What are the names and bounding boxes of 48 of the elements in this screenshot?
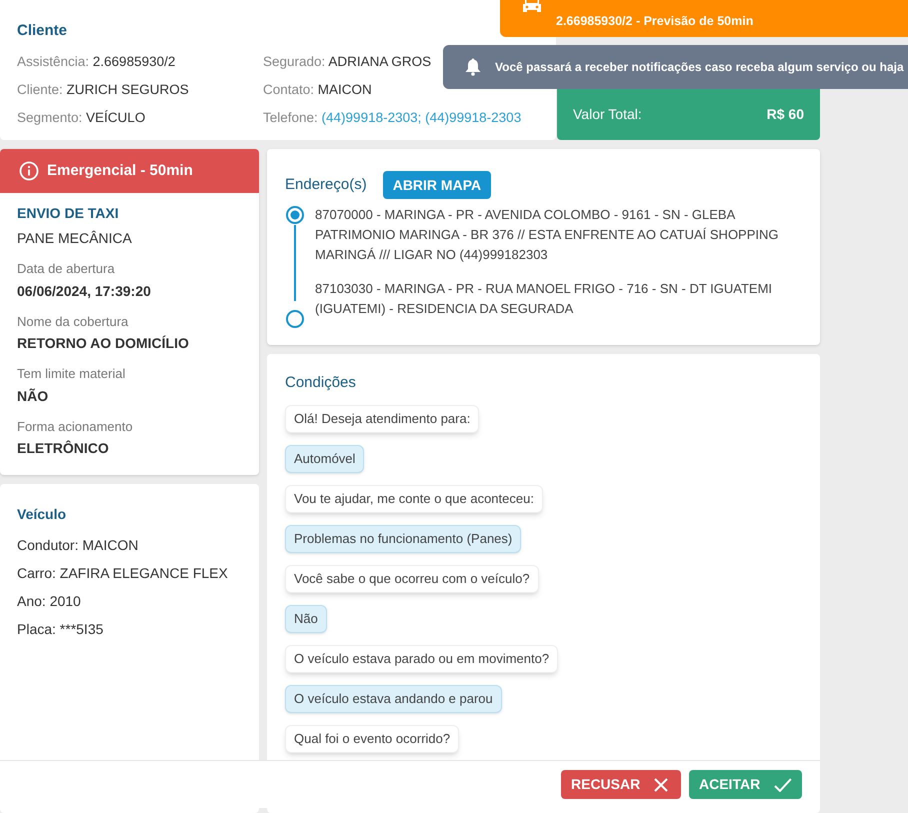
info-field: Cliente: ZURICH SEGUROS — [17, 80, 189, 100]
answer-bubble: O veículo estava andando e parou — [285, 684, 502, 712]
field-label: Forma acionamento — [17, 418, 134, 436]
vehicle-field: Condutor: MAICON — [17, 535, 242, 556]
priority-label: Emergencial - 50min — [47, 160, 193, 181]
service-type: PANE MECÂNICA — [17, 229, 133, 248]
address-text: 87103030 - MARINGA - PR - RUA MANOEL FRIGO - 716 - SN - DT IGUATEMI (IGUATEMI) - RESIDENCIA DA SEGURADA — [315, 280, 774, 318]
answer-bubble: Automóvel — [285, 444, 364, 472]
question-bubble: Você sabe o que ocorreu com o veículo? — [285, 564, 539, 592]
answer-bubble: Não — [285, 604, 327, 632]
total-label: Valor Total: — [573, 104, 642, 124]
info-field: Segmento: VEÍCULO — [17, 108, 146, 128]
question-bubble: Olá! Deseja atendimento para: — [285, 404, 480, 432]
vehicle-field: Carro: ZAFIRA ELEGANCE FLEX — [17, 563, 242, 584]
field-value: NÃO — [17, 386, 50, 406]
check-icon — [774, 778, 792, 792]
field-value: 06/06/2024, 17:39:20 — [17, 282, 152, 300]
service-toast: 2.66985930/2 - Previsão de 50min — [500, 0, 908, 37]
open-map-button[interactable]: ABRIR MAPA — [382, 171, 492, 199]
total-value: R$ 60 — [766, 104, 804, 124]
reject-button[interactable]: RECUSAR — [561, 770, 681, 799]
section-title: Condições — [285, 373, 357, 393]
question-bubble: O veículo estava parado ou em movimento? — [285, 644, 558, 672]
field-label: Data de abertura — [17, 260, 116, 278]
answer-bubble: Problemas no funcionamento (Panes) — [285, 524, 522, 552]
info-field: Segurado: ADRIANA GROS — [263, 52, 432, 72]
field-label: Nome da cobertura — [17, 312, 130, 330]
field-label: Tem limite material — [17, 365, 126, 383]
car-icon — [522, 0, 542, 12]
info-field: Telefone: (44)99918-2303; (44)99918-2303 — [263, 108, 522, 128]
accept-button[interactable]: ACEITAR — [689, 770, 802, 799]
question-bubble: Vou te ajudar, me conte o que aconteceu: — [285, 484, 543, 512]
address-text: 87070000 - MARINGA - PR - AVENIDA COLOMBO - 9161 - SN - GLEBA PATRIMONIO MARINGA - BR 376 // ESTA ENFRENTE AO CATUAÍ SHOPPING MARINGÁ /// LIGAR NO (44)999182303 — [315, 206, 780, 264]
info-field: Contato: MAICON — [263, 80, 372, 100]
close-icon — [654, 778, 668, 792]
question-bubble: Qual foi o evento ocorrido? — [285, 724, 460, 752]
info-field: Assistência: 2.66985930/2 — [17, 52, 176, 72]
notification-toast: Você passará a receber notificações caso receba algum serviço ou haja — [443, 45, 908, 89]
vehicle-field: Placa: ***5I35 — [17, 619, 242, 640]
section-title: Veículo — [17, 505, 68, 524]
bell-icon — [465, 58, 481, 76]
section-title: Endereço(s) — [285, 174, 367, 195]
field-value: ELETRÔNICO — [17, 439, 110, 458]
section-title: Cliente — [17, 21, 68, 41]
info-icon — [19, 161, 39, 181]
vehicle-field: Ano: 2010 — [17, 591, 242, 612]
field-value: RETORNO AO DOMICÍLIO — [17, 334, 190, 353]
service-title: ENVIO DE TAXI — [17, 204, 120, 223]
